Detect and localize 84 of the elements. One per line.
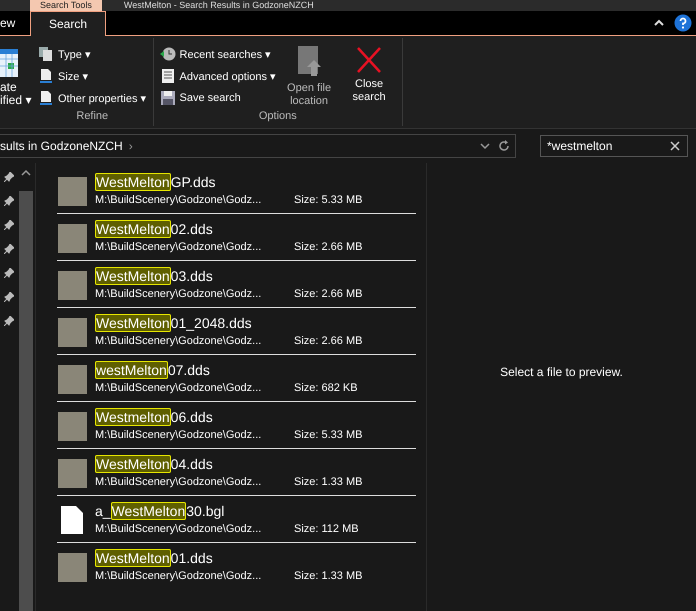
file-path: M:\BuildScenery\Godzone\Godz... xyxy=(95,381,262,396)
file-path: M:\BuildScenery\Godzone\Godz... xyxy=(95,193,262,208)
pin-icon[interactable] xyxy=(4,172,14,182)
file-path: M:\BuildScenery\Godzone\Godz... xyxy=(95,569,262,584)
photo-placeholder xyxy=(58,177,86,206)
search-field[interactable]: *westmelton xyxy=(540,135,688,157)
group-label: Options xyxy=(258,110,297,122)
photo-placeholder xyxy=(58,318,86,347)
file-size: Size: 5.33 MB xyxy=(294,193,362,208)
clock-icon xyxy=(160,46,176,62)
photo-placeholder xyxy=(58,224,86,253)
file-name: Westmelton06.dds xyxy=(95,408,214,427)
save-icon xyxy=(160,90,176,106)
file-path: M:\BuildScenery\Godzone\Godz... xyxy=(95,334,262,349)
file-name: WestMelton01.dds xyxy=(95,549,214,568)
ribbon-button[interactable]: Type ▾ xyxy=(36,44,149,64)
search-result[interactable]: WestMelton02.dds M:\BuildScenery\Godzone\Godz... Size: 2.66 MB xyxy=(57,214,416,261)
pin-icon[interactable] xyxy=(4,220,14,230)
help-icon[interactable] xyxy=(674,14,692,32)
file-size: Size: 2.66 MB xyxy=(294,287,362,302)
photo-placeholder xyxy=(58,271,86,300)
photo-placeholder xyxy=(58,365,86,394)
file-name: WestMelton02.dds xyxy=(95,220,214,239)
pin-icon[interactable] xyxy=(4,196,14,206)
search-result[interactable]: Westmelton06.dds M:\BuildScenery\Godzone\Godz... Size: 5.33 MB xyxy=(57,402,416,449)
photo-placeholder xyxy=(58,553,86,582)
file-size: Size: 5.33 MB xyxy=(294,428,362,443)
file-name: westMelton07.dds xyxy=(95,361,211,380)
document-icon xyxy=(38,68,54,84)
photo-placeholder xyxy=(58,459,86,488)
file-path: M:\BuildScenery\Godzone\Godz... xyxy=(95,475,262,490)
file-path: M:\BuildScenery\Godzone\Godz... xyxy=(95,240,262,255)
sort-date-label[interactable]: ified ▾ xyxy=(0,94,32,107)
ribbon-large-button[interactable]: Close search xyxy=(340,44,398,110)
list-icon xyxy=(160,68,176,84)
file-size: Size: 112 MB xyxy=(294,522,359,537)
file-arrow-icon xyxy=(296,46,322,78)
file-name: WestMelton04.dds xyxy=(95,455,214,474)
group-label: Refine xyxy=(76,110,108,122)
photo-placeholder xyxy=(58,412,86,441)
ribbon-button[interactable]: Save search xyxy=(158,88,278,108)
ribbon-button[interactable]: Recent searches ▾ xyxy=(158,44,278,64)
file-size: Size: 2.66 MB xyxy=(294,334,362,349)
context-tab-label: Search Tools xyxy=(30,0,102,11)
ribbon-button[interactable]: Size ▾ xyxy=(36,66,149,86)
file-name: WestMelton03.dds xyxy=(95,267,214,286)
search-result[interactable]: WestMelton04.dds M:\BuildScenery\Godzone\Godz... Size: 1.33 MB xyxy=(57,449,416,496)
file-name: a_WestMelton30.bgl xyxy=(95,502,226,521)
file-size: Size: 1.33 MB xyxy=(294,569,362,584)
close-icon xyxy=(356,46,382,74)
preview-message: Select a file to preview. xyxy=(500,365,623,379)
search-result[interactable]: WestMelton03.dds M:\BuildScenery\Godzone\Godz... Size: 2.66 MB xyxy=(57,261,416,308)
calendar-icon xyxy=(0,47,18,77)
pin-icon[interactable] xyxy=(4,244,14,254)
file-name: WestMeltonGP.dds xyxy=(95,173,217,192)
ribbon-tab[interactable]: Search xyxy=(30,11,106,36)
file-size: Size: 2.66 MB xyxy=(294,240,362,255)
file-path: M:\BuildScenery\Godzone\Godz... xyxy=(95,428,262,443)
scrollbar-thumb[interactable] xyxy=(18,191,32,611)
search-result[interactable]: a_WestMelton30.bgl M:\BuildScenery\Godzone\Godz... Size: 112 MB xyxy=(57,496,416,543)
pin-icon[interactable] xyxy=(4,292,14,302)
ribbon-tab[interactable]: ew xyxy=(0,11,30,35)
file-size: Size: 1.33 MB xyxy=(294,475,362,490)
file-path: M:\BuildScenery\Godzone\Godz... xyxy=(95,522,262,537)
address-bar[interactable]: sults in GodzoneNZCH › xyxy=(0,134,516,158)
pin-icon[interactable] xyxy=(4,268,14,278)
file-size: Size: 682 KB xyxy=(294,381,358,396)
file-name: WestMelton01_2048.dds xyxy=(95,314,253,333)
file-path: M:\BuildScenery\Godzone\Godz... xyxy=(95,287,262,302)
search-result[interactable]: WestMelton01.dds M:\BuildScenery\Godzone\Godz... Size: 1.33 MB xyxy=(57,543,416,590)
scroll-up-icon[interactable] xyxy=(20,169,30,177)
search-result[interactable]: WestMeltonGP.dds M:\BuildScenery\Godzone\Godz... Size: 5.33 MB xyxy=(57,167,416,214)
pin-icon[interactable] xyxy=(4,316,14,326)
refresh-icon[interactable] xyxy=(497,139,511,153)
search-result[interactable]: westMelton07.dds M:\BuildScenery\Godzone\Godz... Size: 682 KB xyxy=(57,355,416,402)
clear-icon[interactable] xyxy=(670,141,680,151)
window-title: WestMelton - Search Results in GodzoneNZCH xyxy=(124,0,314,11)
file-icon xyxy=(61,506,83,534)
search-result[interactable]: WestMelton01_2048.dds M:\BuildScenery\Godzone\Godz... Size: 2.66 MB xyxy=(57,308,416,355)
ribbon-button[interactable]: Advanced options ▾ xyxy=(158,66,278,86)
document-icon xyxy=(38,90,54,106)
files-icon xyxy=(38,46,54,62)
ribbon-button[interactable]: Other properties ▾ xyxy=(36,88,149,108)
sort-date-label[interactable]: ate xyxy=(0,81,32,94)
